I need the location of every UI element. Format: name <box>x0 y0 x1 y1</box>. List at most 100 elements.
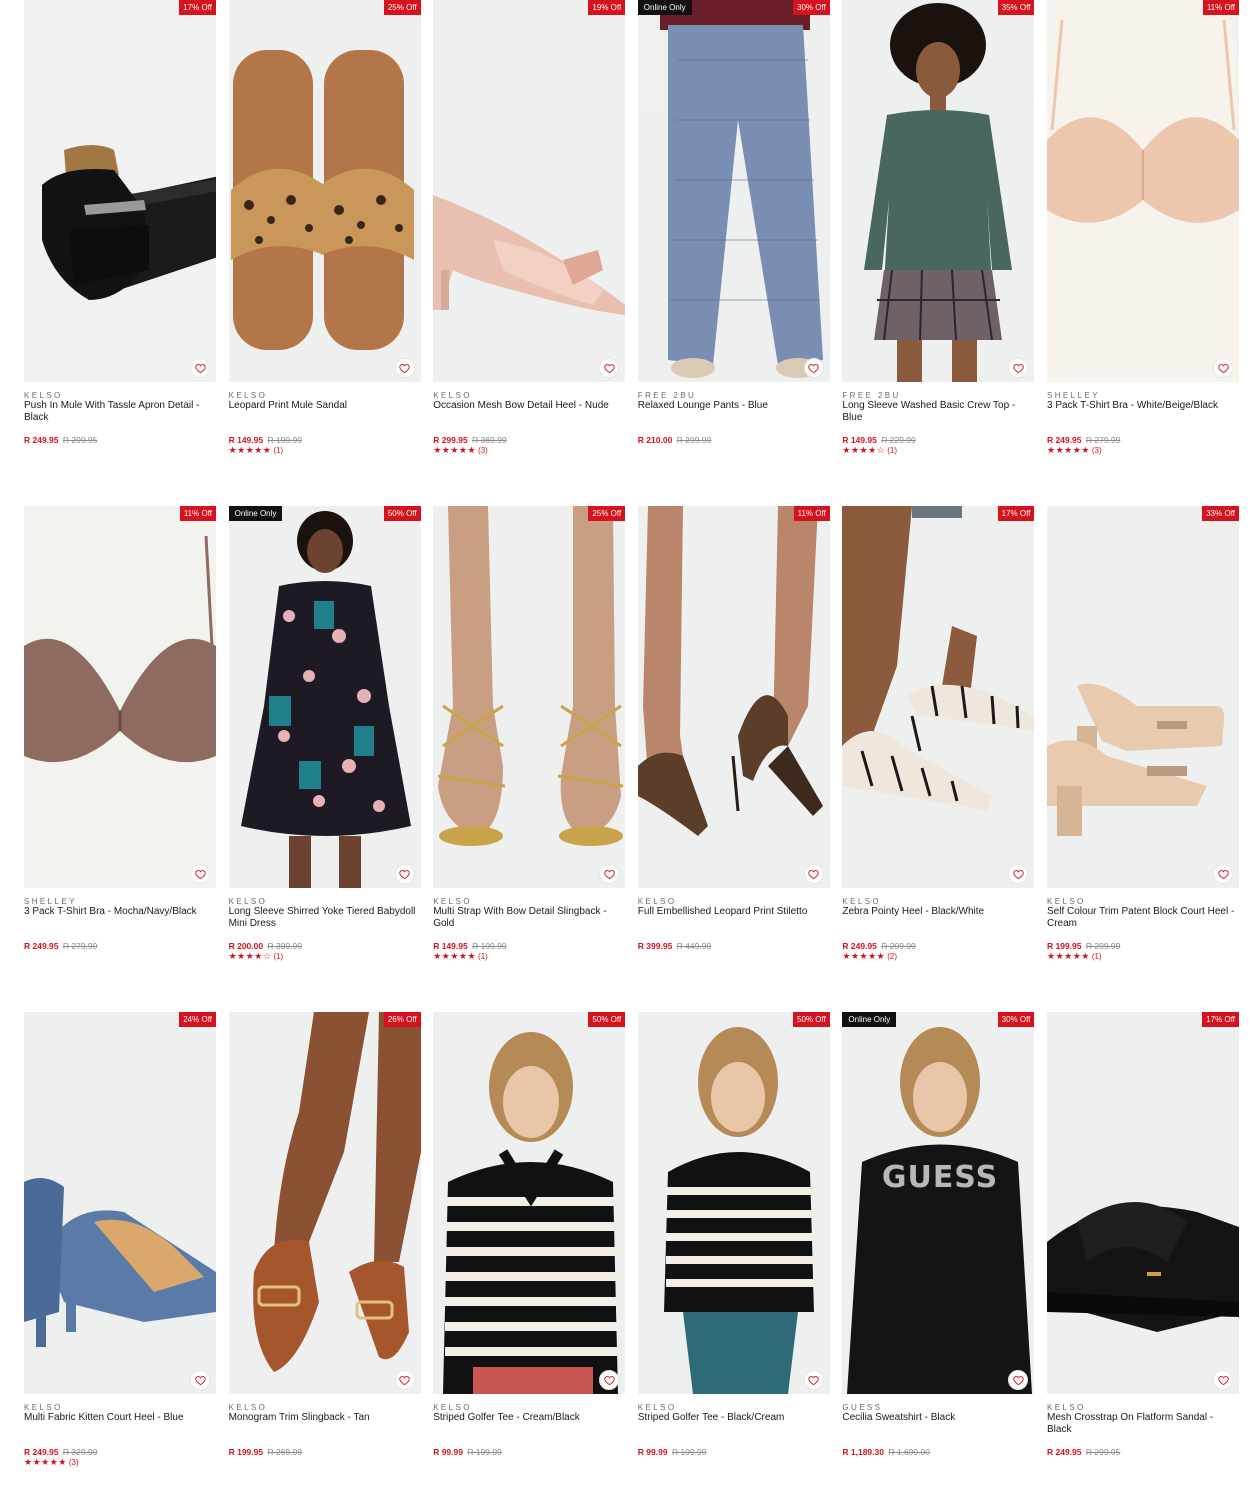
product-brand: KELSO <box>637 897 677 906</box>
product-name[interactable]: 3 Pack T-Shirt Bra - Mocha/Navy/Black <box>24 906 216 918</box>
product-card[interactable]: 35% Off FREE 2BU Long Sleeve Washed Basi… <box>842 0 1035 480</box>
wishlist-button[interactable] <box>803 1370 824 1390</box>
product-card[interactable]: 50% Off KELSO Striped Golfer Tee - Black… <box>637 1012 830 1492</box>
product-name[interactable]: 3 Pack T-Shirt Bra - White/Beige/Black <box>1047 400 1239 412</box>
product-card[interactable]: 17% Off KELSO Push In Mule With Tassle A… <box>24 0 216 480</box>
product-name[interactable]: Striped Golfer Tee - Cream/Black <box>433 1412 625 1424</box>
product-image[interactable]: 19% Off <box>433 0 626 382</box>
product-image[interactable]: 26% Off <box>228 1012 421 1394</box>
product-brand: KELSO <box>24 391 63 400</box>
wishlist-button[interactable] <box>190 1370 210 1390</box>
original-price: R 299.99 <box>676 435 712 445</box>
product-card[interactable]: 11% Off SHELLEY 3 Pack T-Shirt Bra - Whi… <box>1047 0 1239 480</box>
product-image[interactable]: 50% Off <box>637 1012 830 1394</box>
product-card[interactable]: 26% Off KELSO Monogram Trim Slingback - … <box>228 1012 421 1492</box>
discount-badge: 50% Off <box>383 506 421 521</box>
star-icon: ★★★★★ <box>228 445 272 455</box>
product-image[interactable]: 17% Off <box>1047 1012 1239 1394</box>
product-image[interactable]: GUESS Online Only 30% Off <box>842 1012 1035 1394</box>
product-name[interactable]: Long Sleeve Shirred Yoke Tiered Babydoll… <box>229 906 421 929</box>
star-icon: ★★★★☆ <box>842 445 886 455</box>
original-price: R 369.99 <box>472 435 507 445</box>
guess-logo-print: GUESS <box>882 1160 998 1195</box>
sale-price: R 99.99 <box>637 1447 668 1457</box>
product-card[interactable]: GUESS Online Only 30% Off GUESS Cecilia … <box>842 1012 1035 1492</box>
sale-price: R 149.95 <box>842 435 877 445</box>
sale-price: R 199.95 <box>228 1447 264 1457</box>
product-name[interactable]: Leopard Print Mule Sandal <box>229 400 421 412</box>
online-only-badge: Online Only <box>228 506 283 521</box>
discount-badge: 17% Off <box>997 506 1035 521</box>
product-card[interactable]: 25% Off KELSO Multi Strap With Bow Detai… <box>433 506 626 986</box>
product-name[interactable]: Occasion Mesh Bow Detail Heel - Nude <box>433 400 625 412</box>
product-card[interactable]: Online Only 30% Off FREE 2BU Relaxed Lou… <box>637 0 830 480</box>
product-card[interactable]: 50% Off KELSO Striped Golfer Tee - Cream… <box>433 1012 626 1492</box>
sale-price: R 399.95 <box>637 941 673 951</box>
wishlist-button[interactable] <box>190 358 210 378</box>
heart-icon <box>603 869 615 879</box>
product-name[interactable]: Striped Golfer Tee - Black/Cream <box>638 1412 830 1424</box>
product-name[interactable]: Long Sleeve Washed Basic Crew Top - Blue <box>842 400 1034 423</box>
review-count: (1) <box>1091 952 1102 961</box>
product-image[interactable]: 50% Off <box>433 1012 626 1394</box>
sale-price: R 249.95 <box>24 435 59 445</box>
wishlist-button[interactable] <box>394 1370 415 1390</box>
heart-icon <box>194 869 206 879</box>
wishlist-button[interactable] <box>1213 864 1233 884</box>
product-card[interactable]: 24% Off KELSO Multi Fabric Kitten Court … <box>24 1012 216 1492</box>
product-brand: KELSO <box>637 1403 677 1412</box>
product-image[interactable]: 11% Off <box>1047 0 1239 382</box>
discount-badge: 25% Off <box>383 0 421 15</box>
original-price: R 299.99 <box>1085 941 1121 951</box>
product-name[interactable]: Multi Strap With Bow Detail Slingback - … <box>433 906 625 929</box>
product-image[interactable]: 24% Off <box>24 1012 216 1394</box>
product-prices: R 149.95 R 229.99 <box>842 435 915 445</box>
product-name[interactable]: Cecilia Sweatshirt - Black <box>842 1412 1034 1424</box>
product-image[interactable]: 33% Off <box>1047 506 1239 888</box>
wishlist-button[interactable] <box>803 358 824 378</box>
product-card[interactable]: 17% Off KELSO Zebra Pointy Heel - Black/… <box>842 506 1035 986</box>
product-card[interactable]: 11% Off SHELLEY 3 Pack T-Shirt Bra - Moc… <box>24 506 216 986</box>
product-brand: KELSO <box>433 1403 472 1412</box>
sale-price: R 249.95 <box>24 1447 59 1457</box>
product-card[interactable]: 19% Off KELSO Occasion Mesh Bow Detail H… <box>433 0 626 480</box>
product-card[interactable]: 11% Off KELSO Full Embellished Leopard P… <box>637 506 830 986</box>
product-card[interactable]: 33% Off KELSO Self Colour Trim Patent Bl… <box>1047 506 1239 986</box>
product-image[interactable]: 25% Off <box>433 506 626 888</box>
product-brand: KELSO <box>1047 1403 1086 1412</box>
product-brand: KELSO <box>1047 897 1086 906</box>
product-image[interactable]: 17% Off <box>842 506 1035 888</box>
product-image[interactable]: Online Only 50% Off <box>228 506 421 888</box>
product-rating: ★★★★★ (3) <box>433 445 488 456</box>
product-card[interactable]: 17% Off KELSO Mesh Crosstrap On Flatform… <box>1047 1012 1239 1492</box>
wishlist-button[interactable] <box>1213 358 1233 378</box>
original-price: R 399.99 <box>267 941 302 951</box>
product-image[interactable]: 11% Off <box>24 506 216 888</box>
product-name[interactable]: Self Colour Trim Patent Block Court Heel… <box>1047 906 1239 929</box>
discount-badge: 11% Off <box>793 506 830 521</box>
product-name[interactable]: Multi Fabric Kitten Court Heel - Blue <box>24 1412 216 1424</box>
sale-price: R 149.95 <box>228 435 264 445</box>
product-image[interactable]: 25% Off <box>228 0 421 382</box>
product-name[interactable]: Zebra Pointy Heel - Black/White <box>842 906 1034 918</box>
discount-badge: 35% Off <box>997 0 1035 15</box>
wishlist-button[interactable] <box>394 358 415 378</box>
wishlist-button[interactable] <box>803 864 824 884</box>
product-name[interactable]: Push In Mule With Tassle Apron Detail - … <box>24 400 216 423</box>
product-brand: KELSO <box>433 391 472 400</box>
wishlist-button[interactable] <box>190 864 210 884</box>
product-card[interactable]: Online Only 50% Off KELSO Long Sleeve Sh… <box>228 506 421 986</box>
product-image[interactable]: 17% Off <box>24 0 216 382</box>
product-image[interactable]: Online Only 30% Off <box>637 0 830 382</box>
product-image[interactable]: 35% Off <box>842 0 1035 382</box>
product-image[interactable]: 11% Off <box>637 506 830 888</box>
product-card[interactable]: 25% Off KELSO Leopard Print Mule Sandal … <box>228 0 421 480</box>
product-name[interactable]: Relaxed Lounge Pants - Blue <box>638 400 830 412</box>
wishlist-button[interactable] <box>1213 1370 1233 1390</box>
product-name[interactable]: Monogram Trim Slingback - Tan <box>229 1412 421 1424</box>
star-icon: ★★★★★ <box>24 1457 67 1467</box>
product-name[interactable]: Full Embellished Leopard Print Stiletto <box>638 906 830 918</box>
discount-badge: 50% Off <box>793 1012 830 1027</box>
product-name[interactable]: Mesh Crosstrap On Flatform Sandal - Blac… <box>1047 1412 1239 1435</box>
wishlist-button[interactable] <box>394 864 415 884</box>
